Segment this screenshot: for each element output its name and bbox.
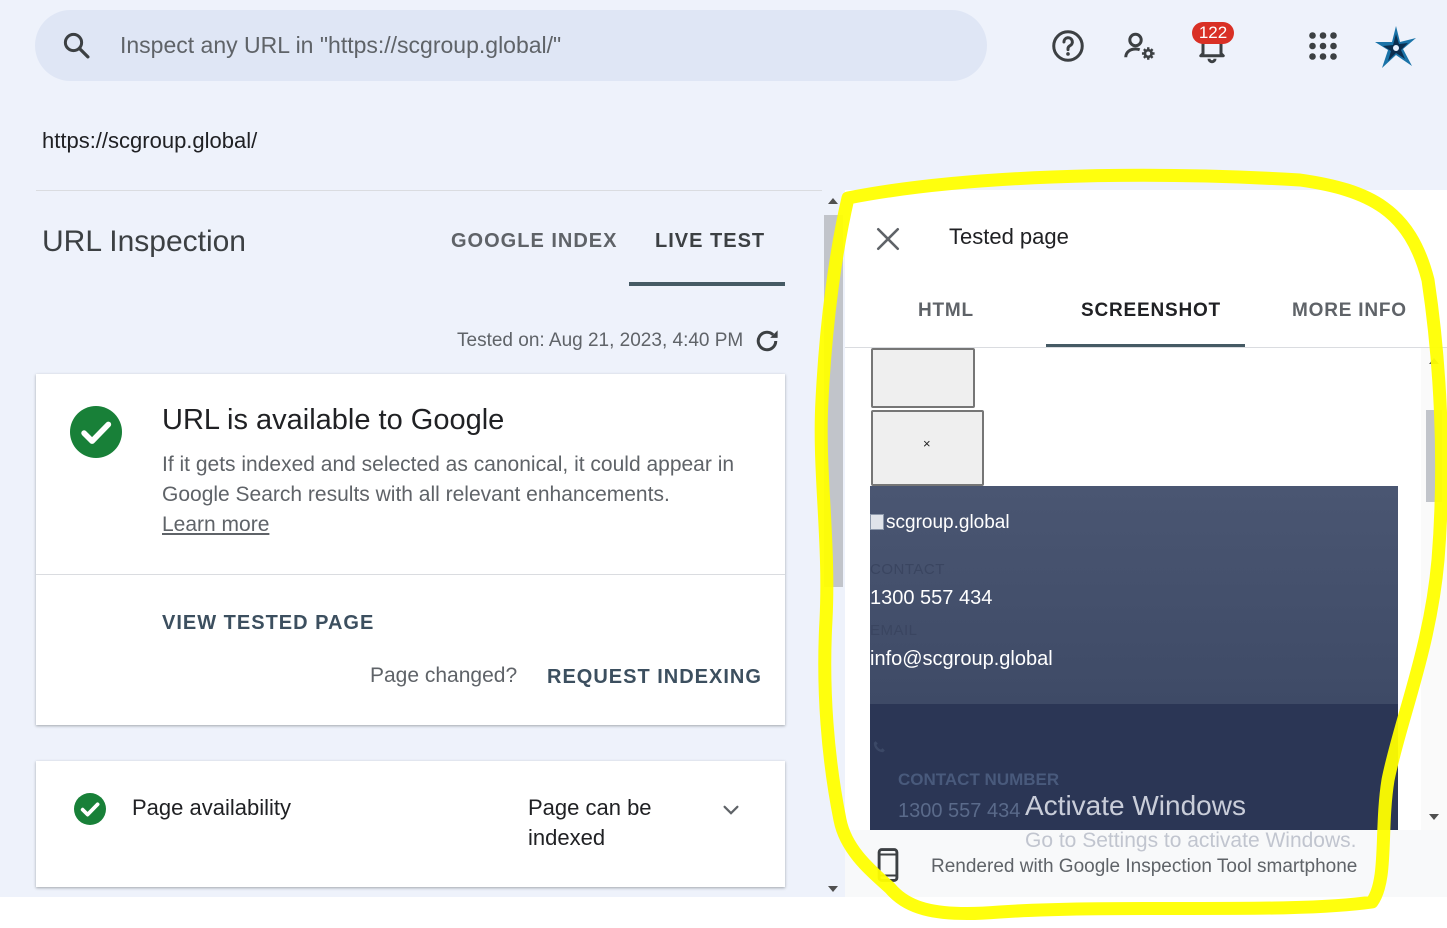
tab-more-info[interactable]: MORE INFO (1292, 300, 1407, 322)
refresh-icon[interactable] (752, 326, 782, 356)
page-screenshot: × scgroup.global CONTACT 1300 557 434 EM… (845, 348, 1421, 830)
active-tab-indicator (629, 282, 785, 286)
notification-count-badge: 122 (1192, 22, 1234, 44)
inspected-url: https://scgroup.global/ (42, 128, 258, 153)
activate-windows-watermark: Activate Windows (1025, 790, 1246, 821)
tab-live-test[interactable]: LIVE TEST (655, 230, 765, 253)
scroll-down-arrow[interactable] (828, 886, 838, 892)
rendered-with-label: Rendered with Google Inspection Tool sma… (931, 856, 1358, 877)
contact-email: info@scgroup.global (870, 648, 1053, 670)
help-icon[interactable] (1050, 28, 1086, 64)
search-icon (63, 32, 90, 59)
tested-page-title: Tested page (949, 224, 1069, 249)
scroll-down-arrow[interactable] (1429, 814, 1439, 820)
contact-phone: 1300 557 434 (870, 587, 993, 609)
screenshot-scrollbar[interactable] (1421, 348, 1447, 830)
card-divider (36, 574, 785, 575)
phone-icon (873, 741, 885, 753)
scrollbar-thumb[interactable] (1426, 410, 1442, 502)
placeholder-box: × (871, 410, 984, 486)
contact-label: CONTACT (870, 561, 945, 578)
request-indexing-button[interactable]: REQUEST INDEXING (547, 666, 762, 689)
site-logo-broken-image: scgroup.global (870, 512, 1010, 534)
placeholder-box (871, 348, 975, 408)
panel-title: URL Inspection (42, 225, 246, 258)
check-circle-icon (74, 793, 106, 825)
status-title: URL is available to Google (162, 404, 505, 436)
tab-google-index[interactable]: GOOGLE INDEX (451, 230, 617, 253)
close-icon[interactable] (875, 226, 901, 252)
left-panel-scrollbar[interactable] (822, 190, 845, 897)
screenshot-hero: scgroup.global CONTACT 1300 557 434 EMAI… (870, 486, 1398, 706)
site-logo-alt: scgroup.global (886, 512, 1010, 533)
header-divider (36, 190, 826, 191)
email-label: EMAIL (870, 622, 918, 639)
scroll-up-arrow[interactable] (1429, 358, 1439, 364)
status-description-text: If it gets indexed and selected as canon… (162, 453, 735, 506)
tested-on-timestamp: Tested on: Aug 21, 2023, 4:40 PM (457, 330, 744, 351)
smartphone-icon (877, 848, 899, 882)
placeholder-symbol: × (923, 436, 931, 451)
chevron-down-icon[interactable] (720, 799, 742, 821)
scroll-up-arrow[interactable] (828, 198, 838, 204)
tab-html[interactable]: HTML (918, 300, 974, 322)
tab-screenshot[interactable]: SCREENSHOT (1081, 300, 1221, 322)
manage-users-icon[interactable] (1122, 28, 1158, 64)
page-availability-card[interactable]: Page availability Page can be indexed (36, 761, 785, 887)
url-status-card: URL is available to Google If it gets in… (36, 374, 785, 725)
status-description: If it gets indexed and selected as canon… (162, 450, 762, 540)
contact-number-label: CONTACT NUMBER (898, 770, 1060, 789)
check-circle-icon (70, 406, 122, 458)
view-tested-page-button[interactable]: VIEW TESTED PAGE (162, 612, 374, 635)
page-changed-label: Page changed? (370, 664, 518, 687)
scrollbar-thumb[interactable] (824, 215, 843, 587)
account-avatar[interactable] (1372, 24, 1420, 72)
url-search-bar[interactable] (35, 10, 987, 81)
search-console-app: 122 https://scgroup.global/ URL Inspecti… (0, 0, 1447, 897)
activate-windows-subtext: Go to Settings to activate Windows. (1025, 829, 1357, 852)
availability-value: Page can be indexed (528, 795, 652, 850)
learn-more-link[interactable]: Learn more (162, 513, 269, 536)
apps-grid-icon[interactable] (1305, 28, 1341, 64)
availability-label: Page availability (132, 795, 291, 820)
url-search-input[interactable] (120, 10, 960, 81)
broken-image-icon (870, 514, 884, 530)
contact-number-value: 1300 557 434 (898, 800, 1021, 822)
